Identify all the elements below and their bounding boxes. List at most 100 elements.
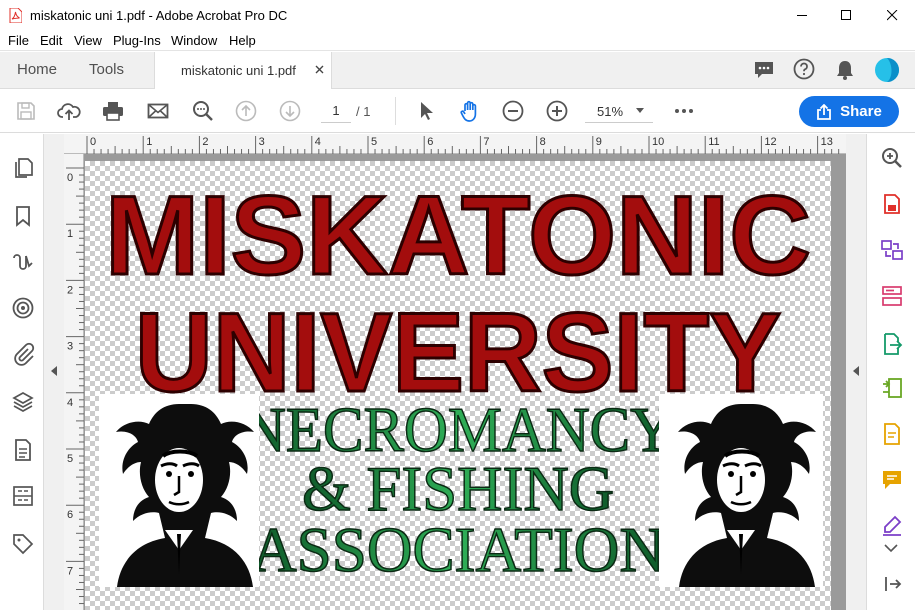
page-total: / 1	[356, 104, 371, 119]
zoom-in-icon[interactable]	[545, 99, 569, 123]
toolbar-divider	[395, 97, 396, 125]
share-label: Share	[840, 103, 882, 120]
menu-plug-ins[interactable]: Plug-Ins	[113, 33, 161, 48]
find-text-icon[interactable]	[191, 99, 215, 123]
share-button[interactable]: Share	[799, 96, 899, 127]
ruler-label: 2	[202, 136, 208, 148]
portrait-left	[99, 394, 259, 587]
ruler-label: 2	[67, 284, 73, 296]
share-icon	[817, 103, 832, 120]
chevron-down-icon[interactable]	[884, 544, 898, 553]
zoom-out-icon[interactable]	[501, 99, 525, 123]
previous-page-icon[interactable]	[234, 99, 258, 123]
pages-icon[interactable]	[11, 156, 35, 180]
ruler-label: 4	[67, 397, 73, 409]
minimize-button[interactable]	[779, 0, 825, 31]
menu-bar: File Edit View Plug-Ins Window Help	[0, 31, 915, 51]
ruler-label: 1	[146, 136, 152, 148]
ruler-label: 5	[67, 453, 73, 465]
save-icon[interactable]	[14, 99, 38, 123]
zoom-search-icon[interactable]	[880, 146, 904, 170]
title-bar: miskatonic uni 1.pdf - Adobe Acrobat Pro…	[0, 0, 915, 31]
minimize-icon	[796, 15, 807, 16]
tag-icon[interactable]	[11, 532, 35, 556]
combine-files-icon[interactable]	[880, 238, 904, 262]
hand-tool-icon[interactable]	[458, 99, 482, 123]
top-ruler-ticks: 0 1 2 3 4 5 6 7 8 9 10 11 12 13	[86, 136, 840, 154]
close-icon	[886, 10, 897, 21]
ruler-label: 10	[652, 136, 664, 148]
left-pane-collapse[interactable]	[44, 134, 64, 610]
close-tab-icon[interactable]	[315, 65, 324, 74]
compress-icon[interactable]	[880, 376, 904, 400]
document-tab-label: miskatonic uni 1.pdf	[181, 63, 296, 78]
ruler-label: 7	[67, 565, 73, 577]
page-number-input[interactable]: 1	[321, 99, 351, 123]
fill-sign-icon[interactable]	[880, 514, 904, 538]
select-cursor-icon[interactable]	[415, 99, 439, 123]
close-window-button[interactable]	[869, 0, 915, 31]
ruler-label: 5	[371, 136, 377, 148]
help-icon[interactable]	[793, 58, 815, 80]
maximize-icon	[840, 10, 851, 20]
tentacle-portrait-icon	[116, 404, 254, 587]
acrobat-app-icon	[9, 8, 22, 23]
menu-help[interactable]: Help	[229, 33, 256, 48]
comment-icon[interactable]	[880, 468, 904, 492]
tab-tools[interactable]: Tools	[89, 61, 124, 78]
layers-icon[interactable]	[11, 390, 35, 414]
ruler-label: 1	[67, 228, 73, 240]
organize-pages-icon[interactable]	[880, 284, 904, 308]
ruler-label: 0	[67, 172, 73, 184]
more-options-icon[interactable]	[672, 99, 696, 123]
edit-pdf-icon[interactable]	[880, 422, 904, 446]
left-navigation-pane	[0, 134, 44, 610]
chevron-left-icon	[51, 366, 57, 376]
signature-icon[interactable]	[11, 250, 35, 274]
ruler-label: 11	[708, 136, 719, 148]
notifications-bell-icon[interactable]	[835, 59, 855, 81]
left-ruler: 0 1 2 3 4 5 6 7	[64, 154, 84, 610]
chat-icon[interactable]	[753, 59, 775, 81]
collapse-pane-icon[interactable]	[880, 572, 904, 596]
user-avatar-icon[interactable]	[874, 57, 900, 83]
title-line-miskatonic: MISKATONIC	[105, 173, 811, 298]
ruler-label: 7	[483, 136, 489, 148]
ruler-label: 0	[90, 136, 96, 148]
right-pane-collapse[interactable]	[846, 134, 866, 610]
tab-document[interactable]: miskatonic uni 1.pdf	[154, 52, 332, 89]
chevron-left-icon	[853, 366, 859, 376]
menu-view[interactable]: View	[74, 33, 102, 48]
ruler-label: 8	[540, 136, 546, 148]
bookmark-icon[interactable]	[11, 204, 35, 228]
ruler-label: 13	[821, 136, 833, 148]
export-icon[interactable]	[880, 332, 904, 356]
zoom-value: 51%	[597, 104, 624, 119]
ruler-label: 3	[67, 341, 73, 353]
ruler-label: 6	[67, 509, 73, 521]
tab-home[interactable]: Home	[17, 61, 57, 78]
menu-window[interactable]: Window	[171, 33, 217, 48]
attachment-icon[interactable]	[11, 342, 35, 366]
ruler-label: 6	[427, 136, 433, 148]
menu-edit[interactable]: Edit	[40, 33, 62, 48]
cloud-upload-icon[interactable]	[57, 99, 81, 123]
layers-target-icon[interactable]	[11, 296, 35, 320]
next-page-icon[interactable]	[278, 99, 302, 123]
email-icon[interactable]	[146, 99, 170, 123]
menu-file[interactable]: File	[8, 33, 29, 48]
top-ruler: 0 1 2 3 4 5 6 7 8 9 10 11 12 13	[64, 134, 846, 154]
print-icon[interactable]	[101, 99, 125, 123]
maximize-button[interactable]	[823, 0, 869, 31]
toolbar: 1 / 1 51%	[0, 89, 915, 133]
tentacle-portrait-icon	[678, 404, 816, 587]
document-icon[interactable]	[11, 438, 35, 462]
acrobat-window: miskatonic uni 1.pdf - Adobe Acrobat Pro…	[0, 0, 915, 610]
window-title: miskatonic uni 1.pdf - Adobe Acrobat Pro…	[30, 8, 288, 23]
left-ruler-ticks: 0 1 2 3 4 5 6 7	[66, 167, 84, 605]
export-pdf-icon[interactable]	[880, 192, 904, 216]
chevron-down-icon	[636, 108, 644, 113]
ruler-label: 12	[764, 136, 776, 148]
compare-icon[interactable]	[11, 484, 35, 508]
subtitle-line-association: ASSOCIATION	[251, 514, 665, 585]
